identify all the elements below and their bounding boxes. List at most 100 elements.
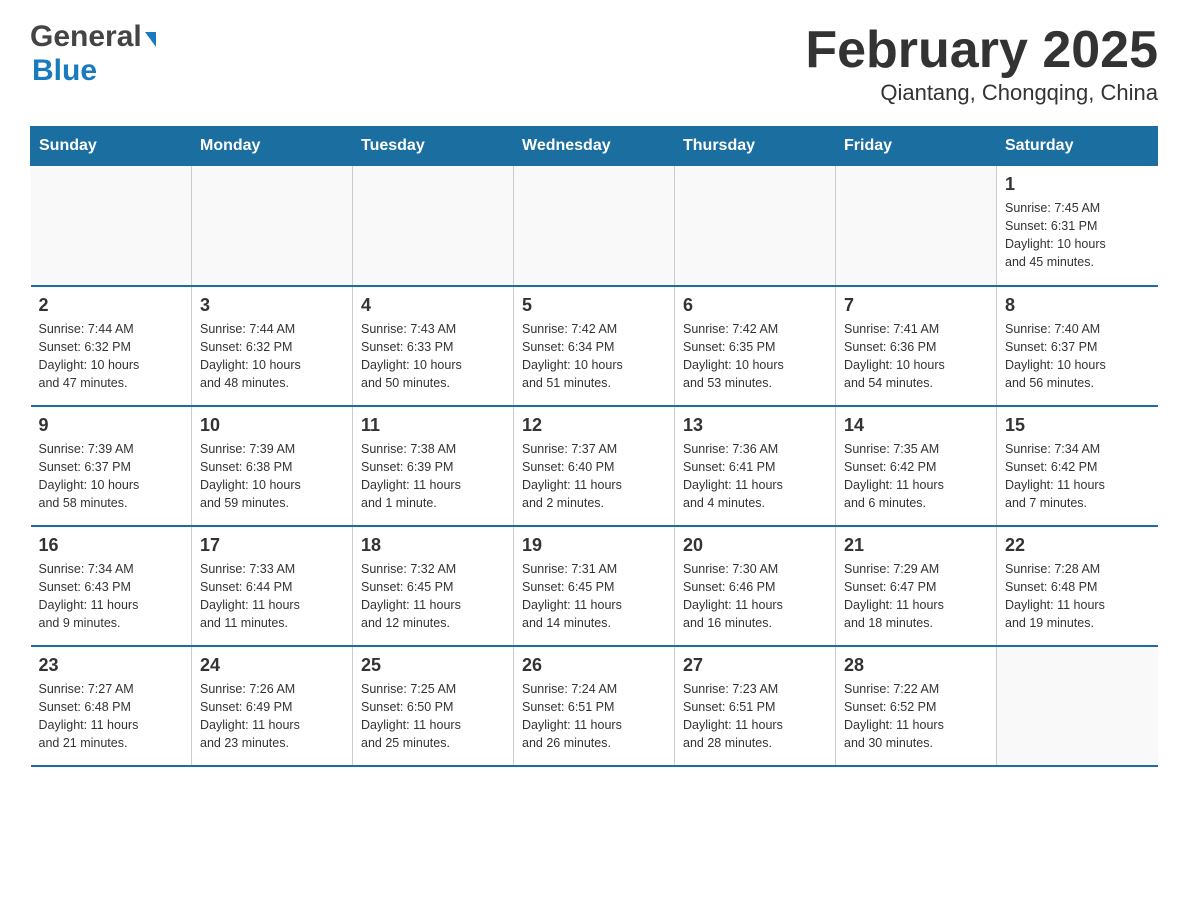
day-number: 9 [39,415,184,436]
day-info: Sunrise: 7:45 AM Sunset: 6:31 PM Dayligh… [1005,199,1150,272]
calendar-cell [31,166,192,286]
calendar-cell: 20 Sunrise: 7:30 AM Sunset: 6:46 PM Dayli… [675,526,836,646]
day-info: Sunrise: 7:39 AM Sunset: 6:37 PM Dayligh… [39,440,184,513]
day-number: 14 [844,415,988,436]
calendar-cell: 22 Sunrise: 7:28 AM Sunset: 6:48 PM Dayli… [997,526,1158,646]
week-row-5: 23 Sunrise: 7:27 AM Sunset: 6:48 PM Dayli… [31,646,1158,766]
day-info: Sunrise: 7:28 AM Sunset: 6:48 PM Dayligh… [1005,560,1150,633]
day-number: 12 [522,415,666,436]
calendar-cell: 28Sunrise: 7:22 AM Sunset: 6:52 PM Dayli… [836,646,997,766]
logo-blue-text: Blue [32,54,156,88]
day-info: Sunrise: 7:27 AM Sunset: 6:48 PM Dayligh… [39,680,184,753]
calendar-cell: 26 Sunrise: 7:24 AM Sunset: 6:51 PM Dayli… [514,646,675,766]
day-number: 4 [361,295,505,316]
day-number: 13 [683,415,827,436]
day-number: 22 [1005,535,1150,556]
calendar-cell: 16Sunrise: 7:34 AM Sunset: 6:43 PM Dayli… [31,526,192,646]
day-number: 7 [844,295,988,316]
day-info: Sunrise: 7:42 AM Sunset: 6:35 PM Dayligh… [683,320,827,393]
day-number: 21 [844,535,988,556]
day-info: Sunrise: 7:42 AM Sunset: 6:34 PM Dayligh… [522,320,666,393]
logo-arrow-icon [145,32,156,47]
day-number: 27 [683,655,827,676]
day-number: 19 [522,535,666,556]
day-number: 2 [39,295,184,316]
day-number: 20 [683,535,827,556]
day-info: Sunrise: 7:36 AM Sunset: 6:41 PM Dayligh… [683,440,827,513]
calendar-cell: 2 Sunrise: 7:44 AM Sunset: 6:32 PM Daylig… [31,286,192,406]
day-info: Sunrise: 7:30 AM Sunset: 6:46 PM Dayligh… [683,560,827,633]
calendar-title: February 2025 [805,20,1158,80]
calendar-cell: 7 Sunrise: 7:41 AM Sunset: 6:36 PM Daylig… [836,286,997,406]
day-info: Sunrise: 7:32 AM Sunset: 6:45 PM Dayligh… [361,560,505,633]
day-info: Sunrise: 7:34 AM Sunset: 6:42 PM Dayligh… [1005,440,1150,513]
calendar-cell: 13 Sunrise: 7:36 AM Sunset: 6:41 PM Dayli… [675,406,836,526]
week-row-2: 2 Sunrise: 7:44 AM Sunset: 6:32 PM Daylig… [31,286,1158,406]
day-info: Sunrise: 7:25 AM Sunset: 6:50 PM Dayligh… [361,680,505,753]
day-info: Sunrise: 7:24 AM Sunset: 6:51 PM Dayligh… [522,680,666,753]
calendar-cell: 6 Sunrise: 7:42 AM Sunset: 6:35 PM Daylig… [675,286,836,406]
calendar-cell: 5 Sunrise: 7:42 AM Sunset: 6:34 PM Daylig… [514,286,675,406]
day-number: 11 [361,415,505,436]
calendar-cell: 8 Sunrise: 7:40 AM Sunset: 6:37 PM Daylig… [997,286,1158,406]
day-info: Sunrise: 7:23 AM Sunset: 6:51 PM Dayligh… [683,680,827,753]
day-number: 28 [844,655,988,676]
calendar-cell: 27 Sunrise: 7:23 AM Sunset: 6:51 PM Dayli… [675,646,836,766]
calendar-cell [192,166,353,286]
day-info: Sunrise: 7:43 AM Sunset: 6:33 PM Dayligh… [361,320,505,393]
day-info: Sunrise: 7:31 AM Sunset: 6:45 PM Dayligh… [522,560,666,633]
day-info: Sunrise: 7:41 AM Sunset: 6:36 PM Dayligh… [844,320,988,393]
day-number: 24 [200,655,344,676]
header-day-saturday: Saturday [997,127,1158,166]
logo: General Blue [30,20,156,88]
day-number: 23 [39,655,184,676]
day-info: Sunrise: 7:44 AM Sunset: 6:32 PM Dayligh… [200,320,344,393]
calendar-cell: 4 Sunrise: 7:43 AM Sunset: 6:33 PM Daylig… [353,286,514,406]
day-number: 3 [200,295,344,316]
day-number: 15 [1005,415,1150,436]
header-day-tuesday: Tuesday [353,127,514,166]
week-row-3: 9 Sunrise: 7:39 AM Sunset: 6:37 PM Daylig… [31,406,1158,526]
day-number: 26 [522,655,666,676]
calendar-header-row: SundayMondayTuesdayWednesdayThursdayFrid… [31,127,1158,166]
day-info: Sunrise: 7:26 AM Sunset: 6:49 PM Dayligh… [200,680,344,753]
day-number: 18 [361,535,505,556]
day-number: 5 [522,295,666,316]
header-day-friday: Friday [836,127,997,166]
logo-general-text: General [30,20,142,54]
day-info: Sunrise: 7:40 AM Sunset: 6:37 PM Dayligh… [1005,320,1150,393]
page-header: General Blue February 2025 Qiantang, Cho… [30,20,1158,106]
header-day-monday: Monday [192,127,353,166]
day-info: Sunrise: 7:44 AM Sunset: 6:32 PM Dayligh… [39,320,184,393]
day-info: Sunrise: 7:39 AM Sunset: 6:38 PM Dayligh… [200,440,344,513]
day-number: 1 [1005,174,1150,195]
calendar-cell: 24 Sunrise: 7:26 AM Sunset: 6:49 PM Dayli… [192,646,353,766]
calendar-subtitle: Qiantang, Chongqing, China [805,80,1158,106]
calendar-cell: 25Sunrise: 7:25 AM Sunset: 6:50 PM Dayli… [353,646,514,766]
day-number: 8 [1005,295,1150,316]
calendar-cell: 21Sunrise: 7:29 AM Sunset: 6:47 PM Dayli… [836,526,997,646]
calendar-table: SundayMondayTuesdayWednesdayThursdayFrid… [30,126,1158,767]
week-row-4: 16Sunrise: 7:34 AM Sunset: 6:43 PM Dayli… [31,526,1158,646]
calendar-cell: 11 Sunrise: 7:38 AM Sunset: 6:39 PM Dayli… [353,406,514,526]
calendar-cell: 18 Sunrise: 7:32 AM Sunset: 6:45 PM Dayli… [353,526,514,646]
header-day-sunday: Sunday [31,127,192,166]
calendar-cell: 14 Sunrise: 7:35 AM Sunset: 6:42 PM Dayli… [836,406,997,526]
calendar-cell [353,166,514,286]
calendar-cell [514,166,675,286]
day-number: 6 [683,295,827,316]
day-info: Sunrise: 7:37 AM Sunset: 6:40 PM Dayligh… [522,440,666,513]
day-number: 16 [39,535,184,556]
calendar-cell: 1 Sunrise: 7:45 AM Sunset: 6:31 PM Daylig… [997,166,1158,286]
week-row-1: 1 Sunrise: 7:45 AM Sunset: 6:31 PM Daylig… [31,166,1158,286]
day-info: Sunrise: 7:35 AM Sunset: 6:42 PM Dayligh… [844,440,988,513]
header-day-thursday: Thursday [675,127,836,166]
day-info: Sunrise: 7:38 AM Sunset: 6:39 PM Dayligh… [361,440,505,513]
calendar-title-block: February 2025 Qiantang, Chongqing, China [805,20,1158,106]
calendar-cell: 15 Sunrise: 7:34 AM Sunset: 6:42 PM Dayli… [997,406,1158,526]
calendar-cell: 9 Sunrise: 7:39 AM Sunset: 6:37 PM Daylig… [31,406,192,526]
calendar-cell [836,166,997,286]
calendar-cell: 3 Sunrise: 7:44 AM Sunset: 6:32 PM Daylig… [192,286,353,406]
calendar-cell: 10Sunrise: 7:39 AM Sunset: 6:38 PM Dayli… [192,406,353,526]
calendar-cell: 12 Sunrise: 7:37 AM Sunset: 6:40 PM Dayli… [514,406,675,526]
